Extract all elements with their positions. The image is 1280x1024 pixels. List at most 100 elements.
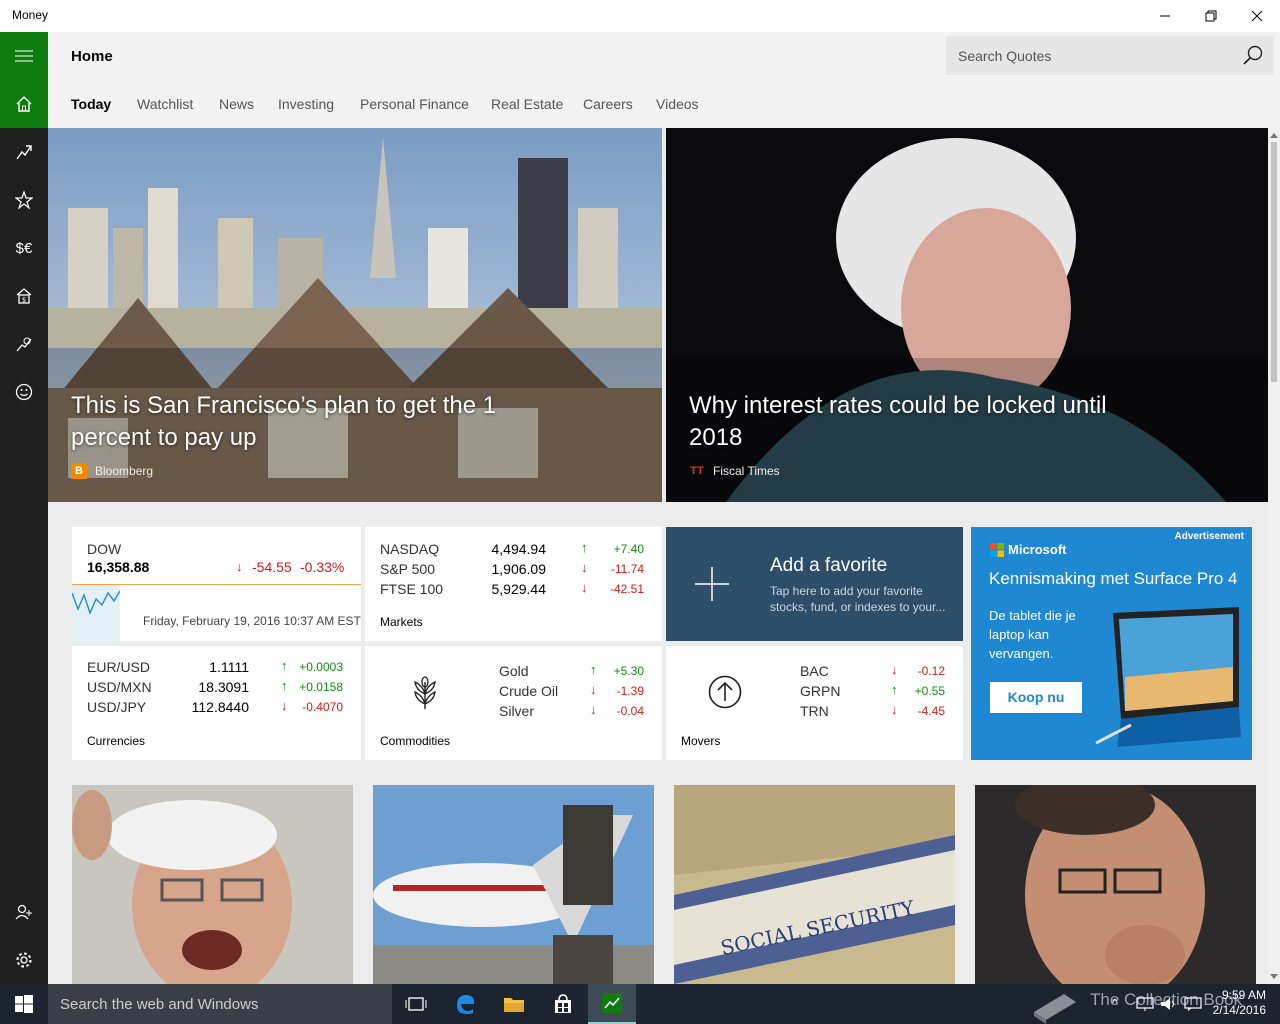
network-icon[interactable] xyxy=(1136,997,1154,1011)
commodities-tile[interactable]: Gold Crude Oil Silver ↑ ↓ ↓ +5.30 -1.39 … xyxy=(365,646,662,760)
dow-tile[interactable]: DOW 16,358.88 ↓ -54.55 -0.33% Friday, Fe… xyxy=(72,527,361,641)
taskbar-search-input[interactable]: Search the web and Windows xyxy=(60,996,258,1013)
up-arrow-icon: ↑ xyxy=(281,658,288,673)
system-clock[interactable]: 9:59 AM 2/14/2016 xyxy=(1213,988,1266,1018)
add-favorite-tile[interactable]: Add a favorite Tap here to add your favo… xyxy=(666,527,963,641)
tab-watchlist[interactable]: Watchlist xyxy=(137,96,193,112)
tab-investing[interactable]: Investing xyxy=(278,96,334,112)
currencies-tile[interactable]: EUR/USD USD/MXN USD/JPY 1.1111 18.3091 1… xyxy=(72,646,361,760)
scrollbar-thumb[interactable] xyxy=(1271,142,1277,382)
tab-personal-finance[interactable]: Personal Finance xyxy=(360,96,469,112)
up-circle-icon xyxy=(708,675,742,709)
down-arrow-icon: ↓ xyxy=(581,580,588,595)
sidebar-item-mortgage[interactable]: $ xyxy=(0,272,48,320)
sidebar-item-settings[interactable] xyxy=(0,936,48,984)
store-bag-icon xyxy=(555,994,571,1013)
advertisement[interactable]: Advertisement Microsoft Kennismaking met… xyxy=(971,527,1252,760)
hamburger-menu-button[interactable] xyxy=(0,32,48,80)
search-icon xyxy=(1243,45,1263,65)
sidebar-item-sentiment[interactable] xyxy=(0,368,48,416)
store-button[interactable] xyxy=(539,984,587,1024)
sidebar-item-currencies[interactable]: $€ xyxy=(0,224,48,272)
news-card-4[interactable] xyxy=(975,785,1256,984)
tile-label: Movers xyxy=(681,734,721,748)
favorite-title: Add a favorite xyxy=(770,555,888,576)
index-change: -54.55 xyxy=(252,559,292,575)
news-thumbnail-image xyxy=(72,785,353,984)
hero-source-name: Bloomberg xyxy=(95,464,154,478)
task-view-button[interactable] xyxy=(392,984,440,1024)
action-center-icon[interactable] xyxy=(1184,997,1202,1011)
tab-careers[interactable]: Careers xyxy=(583,96,633,112)
scroll-down-arrow-icon[interactable] xyxy=(1268,972,1280,982)
index-name: DOW xyxy=(87,541,122,557)
down-arrow-icon: ↓ xyxy=(590,702,597,717)
currency-pair: USD/MXN xyxy=(87,679,152,695)
commodity-change: -1.39 xyxy=(616,684,644,698)
file-explorer-button[interactable] xyxy=(490,984,538,1024)
close-button[interactable] xyxy=(1234,0,1280,32)
hero-headline: Why interest rates could be locked until… xyxy=(689,392,1107,451)
taskbar-search-box[interactable]: Search the web and Windows xyxy=(48,984,392,1024)
smiley-icon xyxy=(15,383,33,401)
dow-sparkline xyxy=(72,585,120,641)
news-card-3[interactable]: SOCIAL SECURITY xyxy=(674,785,955,984)
ad-title: Kennismaking met Surface Pro 4 xyxy=(989,569,1238,588)
sidebar-item-home[interactable] xyxy=(0,80,48,128)
down-arrow-icon: ↓ xyxy=(590,682,597,697)
index-value: 16,358.88 xyxy=(87,559,150,575)
edge-browser-icon xyxy=(457,995,475,1014)
market-change: -42.51 xyxy=(609,582,644,596)
sidebar-item-watchlist[interactable] xyxy=(0,176,48,224)
sidebar-item-markets[interactable] xyxy=(0,128,48,176)
currency-pair: EUR/USD xyxy=(87,659,151,675)
microsoft-logo-icon xyxy=(990,543,1004,557)
window-title: Money xyxy=(12,8,49,22)
plus-icon xyxy=(695,567,729,601)
mover-ticker: BAC xyxy=(800,663,829,679)
sidebar-item-account[interactable] xyxy=(0,888,48,936)
hero-article-1[interactable]: This is San Francisco’s plan to get the … xyxy=(48,128,662,502)
sidebar-item-retirement[interactable] xyxy=(0,320,48,368)
index-timestamp: Friday, February 19, 2016 10:37 AM EST xyxy=(143,614,361,628)
mortgage-house-icon: $ xyxy=(16,288,32,304)
add-account-icon xyxy=(15,904,32,920)
restore-button[interactable] xyxy=(1188,0,1234,32)
tab-news[interactable]: News xyxy=(219,96,254,112)
currency-icon: $€ xyxy=(15,239,33,257)
chevron-up-icon[interactable]: ^ xyxy=(1112,996,1118,1010)
money-app-button[interactable] xyxy=(588,984,636,1024)
header: Home Search Quotes Today Watchlist News … xyxy=(48,32,1280,128)
task-view-icon xyxy=(405,997,427,1011)
commodity-name: Crude Oil xyxy=(499,683,559,699)
scroll-up-arrow-icon[interactable] xyxy=(1268,130,1280,140)
tab-today[interactable]: Today xyxy=(71,96,111,112)
news-thumbnail-image xyxy=(373,785,654,984)
tab-videos[interactable]: Videos xyxy=(656,96,699,112)
commodity-change: +5.30 xyxy=(613,664,644,678)
news-card-2[interactable] xyxy=(373,785,654,984)
markets-tile[interactable]: NASDAQ S&P 500 FTSE 100 4,494.94 1,906.0… xyxy=(365,527,662,641)
down-arrow-icon: ↓ xyxy=(891,662,898,677)
trend-chart-icon xyxy=(16,145,32,160)
up-arrow-icon: ↑ xyxy=(590,662,597,677)
start-button[interactable] xyxy=(0,984,48,1024)
tab-real-estate[interactable]: Real Estate xyxy=(491,96,563,112)
vertical-scrollbar[interactable] xyxy=(1268,128,1280,984)
ad-cta-button[interactable]: Koop nu xyxy=(990,682,1082,713)
svg-text:$: $ xyxy=(22,296,26,304)
market-name: NASDAQ xyxy=(380,541,440,557)
search-quotes-box[interactable]: Search Quotes xyxy=(946,36,1274,75)
search-input[interactable]: Search Quotes xyxy=(958,48,1051,64)
retirement-icon xyxy=(16,337,32,352)
folder-icon xyxy=(504,998,524,1012)
hero-article-2[interactable]: Why interest rates could be locked until… xyxy=(666,128,1268,502)
up-arrow-icon: ↑ xyxy=(281,678,288,693)
edge-browser-button[interactable] xyxy=(441,984,489,1024)
volume-icon[interactable] xyxy=(1160,997,1178,1011)
market-value: 4,494.94 xyxy=(491,541,547,557)
movers-tile[interactable]: BAC GRPN TRN ↓ ↑ ↓ -0.12 +0.55 -4.45 Mov… xyxy=(666,646,963,760)
minimize-button[interactable] xyxy=(1142,0,1188,32)
search-button[interactable] xyxy=(1242,44,1264,71)
news-card-1[interactable] xyxy=(72,785,353,984)
